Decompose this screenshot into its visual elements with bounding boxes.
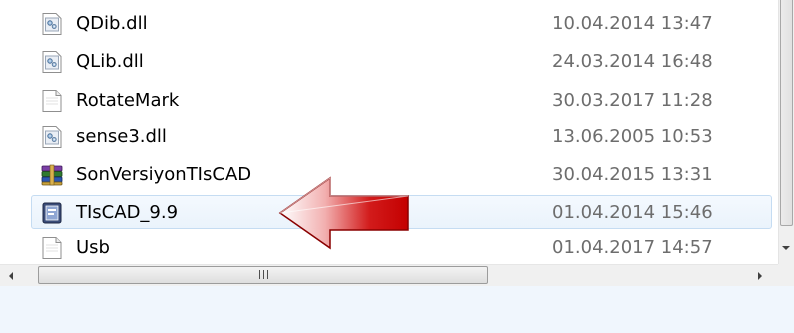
file-date-modified: 10.04.2014 13:47 xyxy=(552,13,713,34)
grip-icon xyxy=(258,270,270,280)
horizontal-scrollbar-thumb[interactable] xyxy=(38,266,488,284)
blank-file-icon xyxy=(40,236,64,260)
file-date-modified: 01.04.2017 14:57 xyxy=(552,237,713,258)
file-date-modified: 01.04.2014 15:46 xyxy=(552,202,713,223)
dll-file-icon xyxy=(40,12,64,36)
file-name: QDib.dll xyxy=(76,13,148,34)
file-name: RotateMark xyxy=(76,90,180,111)
details-pane xyxy=(0,286,794,333)
file-name: TIsCAD_9.9 xyxy=(76,202,179,223)
scrollbar-corner xyxy=(778,264,794,286)
explorer-window: QDib.dll 10.04.2014 13:47 QLib.dll 24.03… xyxy=(0,0,794,333)
file-date-modified: 30.04.2015 13:31 xyxy=(552,164,713,185)
file-row-sense3-dll[interactable]: sense3.dll 13.06.2005 10:53 xyxy=(31,119,772,153)
file-row-qlib-dll[interactable]: QLib.dll 24.03.2014 16:48 xyxy=(31,44,772,78)
horizontal-scrollbar[interactable] xyxy=(0,264,778,286)
file-row-qdib-dll[interactable]: QDib.dll 10.04.2014 13:47 xyxy=(31,6,772,40)
vertical-scrollbar[interactable] xyxy=(778,0,794,264)
dll-file-icon xyxy=(40,50,64,74)
file-date-modified: 30.03.2017 11:28 xyxy=(552,90,713,111)
dll-file-icon xyxy=(40,125,64,149)
file-name: sense3.dll xyxy=(76,126,167,147)
file-name: Usb xyxy=(76,237,110,258)
scroll-right-arrow-icon[interactable] xyxy=(758,272,762,280)
file-date-modified: 24.03.2014 16:48 xyxy=(552,51,713,72)
red-arrow-pointer-icon xyxy=(278,176,409,250)
file-date-modified: 13.06.2005 10:53 xyxy=(552,126,713,147)
file-name: SonVersiyonTIsCAD xyxy=(76,164,252,185)
vertical-scrollbar-thumb[interactable] xyxy=(780,0,793,226)
scroll-down-arrow-icon[interactable] xyxy=(782,246,790,250)
winrar-archive-icon xyxy=(40,163,64,187)
scroll-left-arrow-icon[interactable] xyxy=(9,272,13,280)
application-icon xyxy=(40,201,64,225)
blank-file-icon xyxy=(40,89,64,113)
file-row-rotatemark[interactable]: RotateMark 30.03.2017 11:28 xyxy=(31,83,772,117)
file-name: QLib.dll xyxy=(76,51,144,72)
